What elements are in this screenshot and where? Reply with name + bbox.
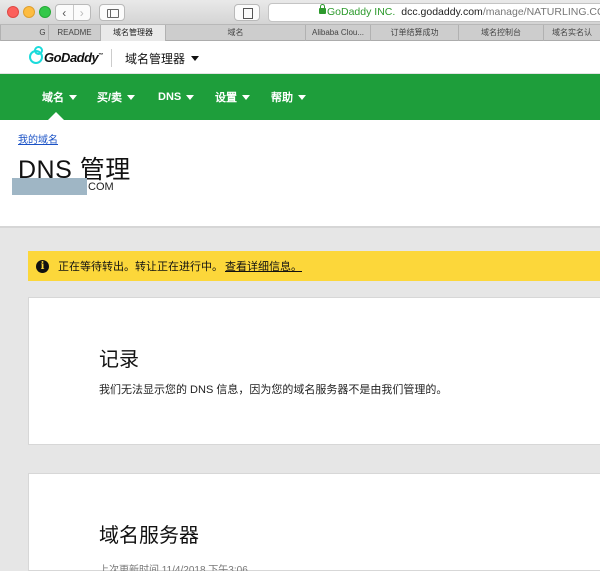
- tab-label: 域名实名认: [552, 28, 592, 37]
- browser-toolbar: ‹ › GoDaddy INC. dcc.godaddy.com/manage/N…: [0, 0, 600, 25]
- caret-down-icon: [191, 56, 200, 61]
- close-window-button[interactable]: [7, 6, 19, 18]
- info-icon: i: [36, 259, 49, 273]
- nav-item-settings[interactable]: 设置: [215, 74, 250, 120]
- minimize-window-button[interactable]: [23, 6, 35, 18]
- caret-down-icon: [242, 94, 250, 100]
- header-divider: [111, 49, 112, 67]
- records-title: 记录: [99, 349, 139, 371]
- product-menu[interactable]: 域名管理器: [125, 50, 200, 67]
- browser-tab[interactable]: 域名控制台: [458, 25, 543, 41]
- last-updated-text: 上次更新时间 11/4/2018 下午3:06: [99, 565, 248, 571]
- url-host: dcc.godaddy.com: [401, 6, 483, 18]
- records-message: 我们无法显示您的 DNS 信息，因为您的域名服务器不是由我们管理的。: [99, 384, 448, 396]
- breadcrumb-my-domains[interactable]: 我的域名: [18, 131, 58, 146]
- browser-tab[interactable]: Alibaba Clou...: [305, 25, 370, 41]
- caret-down-icon: [69, 94, 77, 100]
- tab-label: G: [39, 28, 46, 37]
- redacted-domain-block: [12, 178, 87, 195]
- forward-button[interactable]: ›: [72, 5, 91, 20]
- page-header: 我的域名 DNS 管理 COM: [0, 120, 600, 228]
- godaddy-logo[interactable]: GoDaddy™: [29, 46, 103, 65]
- nav-item-dns[interactable]: DNS: [158, 74, 195, 120]
- tab-label: 域名: [227, 28, 244, 37]
- nav-label: 帮助: [271, 92, 293, 104]
- browser-tab[interactable]: 域名: [165, 25, 305, 41]
- view-details-link[interactable]: 查看详细信息。: [225, 258, 302, 274]
- maximize-window-button[interactable]: [39, 6, 51, 18]
- caret-down-icon: [298, 94, 306, 100]
- domain-suffix: COM: [88, 180, 114, 193]
- nav-item-buy-sell[interactable]: 买/卖: [97, 74, 136, 120]
- tab-label: 域名管理器: [113, 28, 153, 37]
- certificate-company: GoDaddy INC.: [327, 6, 396, 18]
- alert-text: 正在等待转出。转让正在进行中。: [58, 261, 223, 273]
- product-menu-label: 域名管理器: [125, 52, 186, 66]
- browser-tab[interactable]: 域名实名认: [543, 25, 600, 41]
- main-nav: 域名 买/卖 DNS 设置 帮助: [0, 74, 600, 120]
- chevron-right-icon: ›: [79, 5, 84, 20]
- browser-tab[interactable]: G: [0, 25, 48, 41]
- nav-label: 设置: [215, 92, 237, 104]
- nav-label: DNS: [158, 91, 182, 103]
- records-card: 记录 我们无法显示您的 DNS 信息，因为您的域名服务器不是由我们管理的。: [28, 297, 600, 445]
- browser-tab[interactable]: 订单结算成功: [370, 25, 458, 41]
- reader-view-button[interactable]: [234, 4, 260, 21]
- site-header: GoDaddy™ 域名管理器: [0, 41, 600, 74]
- browser-tab[interactable]: README: [48, 25, 100, 41]
- logo-text: GoDaddy™: [44, 49, 103, 65]
- tab-label: 订单结算成功: [390, 28, 439, 37]
- tab-label: README: [57, 28, 92, 37]
- url-path: /manage/NATURLING.COM/dns: [482, 6, 600, 18]
- nameservers-card: 域名服务器 上次更新时间 11/4/2018 下午3:06: [28, 473, 600, 571]
- address-bar[interactable]: GoDaddy INC. dcc.godaddy.com/manage/NATUR…: [268, 3, 600, 22]
- nav-label: 域名: [42, 92, 64, 104]
- back-button[interactable]: ‹: [56, 5, 73, 20]
- chevron-left-icon: ‹: [62, 5, 67, 20]
- tab-label: 域名控制台: [481, 28, 521, 37]
- transfer-alert: i 正在等待转出。转让正在进行中。 查看详细信息。: [28, 251, 600, 281]
- lock-icon: [319, 4, 326, 14]
- sidebar-toggle-button[interactable]: [99, 4, 125, 21]
- nameservers-title: 域名服务器: [99, 525, 199, 547]
- godaddy-logo-icon: [29, 46, 43, 64]
- nav-item-help[interactable]: 帮助: [271, 74, 306, 120]
- nav-label: 买/卖: [97, 92, 123, 104]
- domain-name: COM: [12, 178, 114, 195]
- active-nav-pointer: [48, 112, 64, 120]
- browser-tab-active[interactable]: 域名管理器: [100, 25, 165, 41]
- history-buttons: ‹ ›: [55, 4, 91, 21]
- tab-bar: G README 域名管理器 域名 Alibaba Clou... 订单结算成功…: [0, 25, 600, 41]
- caret-down-icon: [186, 94, 195, 100]
- tab-label: Alibaba Clou...: [311, 28, 365, 37]
- caret-down-icon: [127, 94, 136, 100]
